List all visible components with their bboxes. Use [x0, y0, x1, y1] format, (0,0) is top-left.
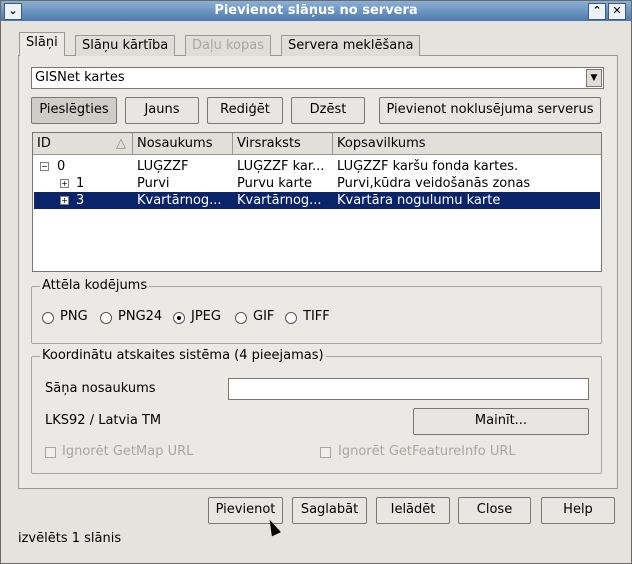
close-icon[interactable]: ✕: [608, 3, 626, 20]
row-title: Purvu karte: [237, 176, 312, 191]
row-summary: Kvartāra nogulumu karte: [337, 193, 501, 208]
row-title: Kvartārnog...: [237, 193, 322, 208]
sort-triangle-icon: △: [116, 136, 126, 151]
tree-row-selected[interactable]: + 3 Kvartārnog... Kvartārnog... Kvartāra…: [34, 192, 600, 209]
connect-button[interactable]: Pieslēgties: [31, 97, 117, 124]
tab-layer-order[interactable]: Slāņu kārtība: [75, 35, 176, 56]
radio-png24[interactable]: [100, 312, 112, 324]
radio-jpeg-label: JPEG: [191, 309, 221, 324]
image-encoding-title: Attēla kodējums: [40, 278, 150, 293]
window-title: Pievienot slāņus no servera: [214, 3, 418, 18]
radio-png[interactable]: [42, 312, 54, 324]
row-title: LUĢZZF kar...: [237, 159, 325, 174]
window-menu-icon[interactable]: ⌄: [4, 3, 22, 20]
radio-tiff-label: TIFF: [303, 309, 330, 324]
status-bar: izvēlēts 1 slānis: [18, 531, 122, 546]
expand-node-icon[interactable]: +: [60, 179, 69, 188]
layer-name-label: Sāņa nosaukums: [45, 381, 156, 396]
ignore-getmap-checkbox: [45, 447, 56, 458]
ignore-getfeatureinfo-checkbox: [320, 447, 331, 458]
column-header-summary[interactable]: Kopsavilkums: [333, 133, 601, 155]
row-name: Kvartārnog...: [137, 193, 222, 208]
collapse-icon[interactable]: ⌃: [588, 3, 606, 20]
row-summary: Purvi,kūdra veidošanās zonas: [337, 176, 531, 191]
ignore-getmap-label: Ignorēt GetMap URL: [62, 444, 194, 459]
row-id: 3: [76, 193, 85, 208]
load-button[interactable]: Ielādēt: [376, 497, 450, 524]
tree-row[interactable]: − 0 LUĢZZF LUĢZZF kar... LUĢZZF karšu fo…: [34, 158, 600, 175]
title-bar[interactable]: ⌄ Pievienot slāņus no servera ⌃ ✕: [1, 1, 631, 21]
tree-row[interactable]: + 1 Purvi Purvu karte Purvi,kūdra veidoš…: [34, 175, 600, 192]
radio-gif-label: GIF: [253, 309, 275, 324]
layer-name-input[interactable]: [228, 378, 589, 400]
crs-current: LKS92 / Latvia TM: [45, 413, 162, 428]
row-name: Purvi: [137, 176, 170, 191]
layer-tree[interactable]: ID △ Nosaukums Virsraksts Kopsavilkums −…: [32, 132, 602, 272]
row-id: 0: [57, 159, 66, 174]
dialog-window: ⌄ Pievienot slāņus no servera ⌃ ✕ Slāņi …: [0, 0, 632, 564]
row-summary: LUĢZZF karšu fonda kartes.: [337, 159, 519, 174]
new-button[interactable]: Jauns: [125, 97, 199, 124]
connection-select[interactable]: GISNet kartes ▼: [31, 67, 604, 89]
tab-layers[interactable]: Slāņi: [19, 32, 65, 56]
dropdown-arrow-icon[interactable]: ▼: [586, 69, 602, 87]
column-header-title[interactable]: Virsraksts: [233, 133, 333, 155]
edit-button[interactable]: Rediģēt: [207, 97, 283, 124]
collapse-node-icon[interactable]: −: [40, 162, 49, 171]
ignore-getfeatureinfo-label: Ignorēt GetFeatureInfo URL: [338, 444, 516, 459]
help-button[interactable]: Help: [541, 497, 615, 524]
radio-png24-label: PNG24: [118, 309, 163, 324]
column-header-id[interactable]: ID △: [33, 133, 133, 155]
close-button[interactable]: Close: [458, 497, 531, 524]
expand-node-icon[interactable]: +: [60, 196, 69, 205]
radio-gif[interactable]: [235, 312, 247, 324]
tab-tilesets: Daļu kopas: [185, 35, 271, 56]
radio-tiff[interactable]: [285, 312, 297, 324]
column-header-name[interactable]: Nosaukums: [133, 133, 233, 155]
change-crs-button[interactable]: Mainīt...: [413, 408, 589, 435]
delete-button[interactable]: Dzēst: [291, 97, 365, 124]
connection-select-value: GISNet kartes: [35, 70, 125, 85]
add-default-servers-button[interactable]: Pievienot noklusējuma serverus: [379, 97, 601, 124]
radio-jpeg[interactable]: [173, 312, 185, 324]
row-name: LUĢZZF: [137, 159, 189, 174]
crs-title: Koordinātu atskaites sistēma (4 pieejama…: [40, 348, 326, 363]
row-id: 1: [76, 176, 85, 191]
tab-server-search[interactable]: Servera meklēšana: [281, 35, 421, 56]
radio-png-label: PNG: [60, 309, 88, 324]
save-button[interactable]: Saglabāt: [292, 497, 367, 524]
